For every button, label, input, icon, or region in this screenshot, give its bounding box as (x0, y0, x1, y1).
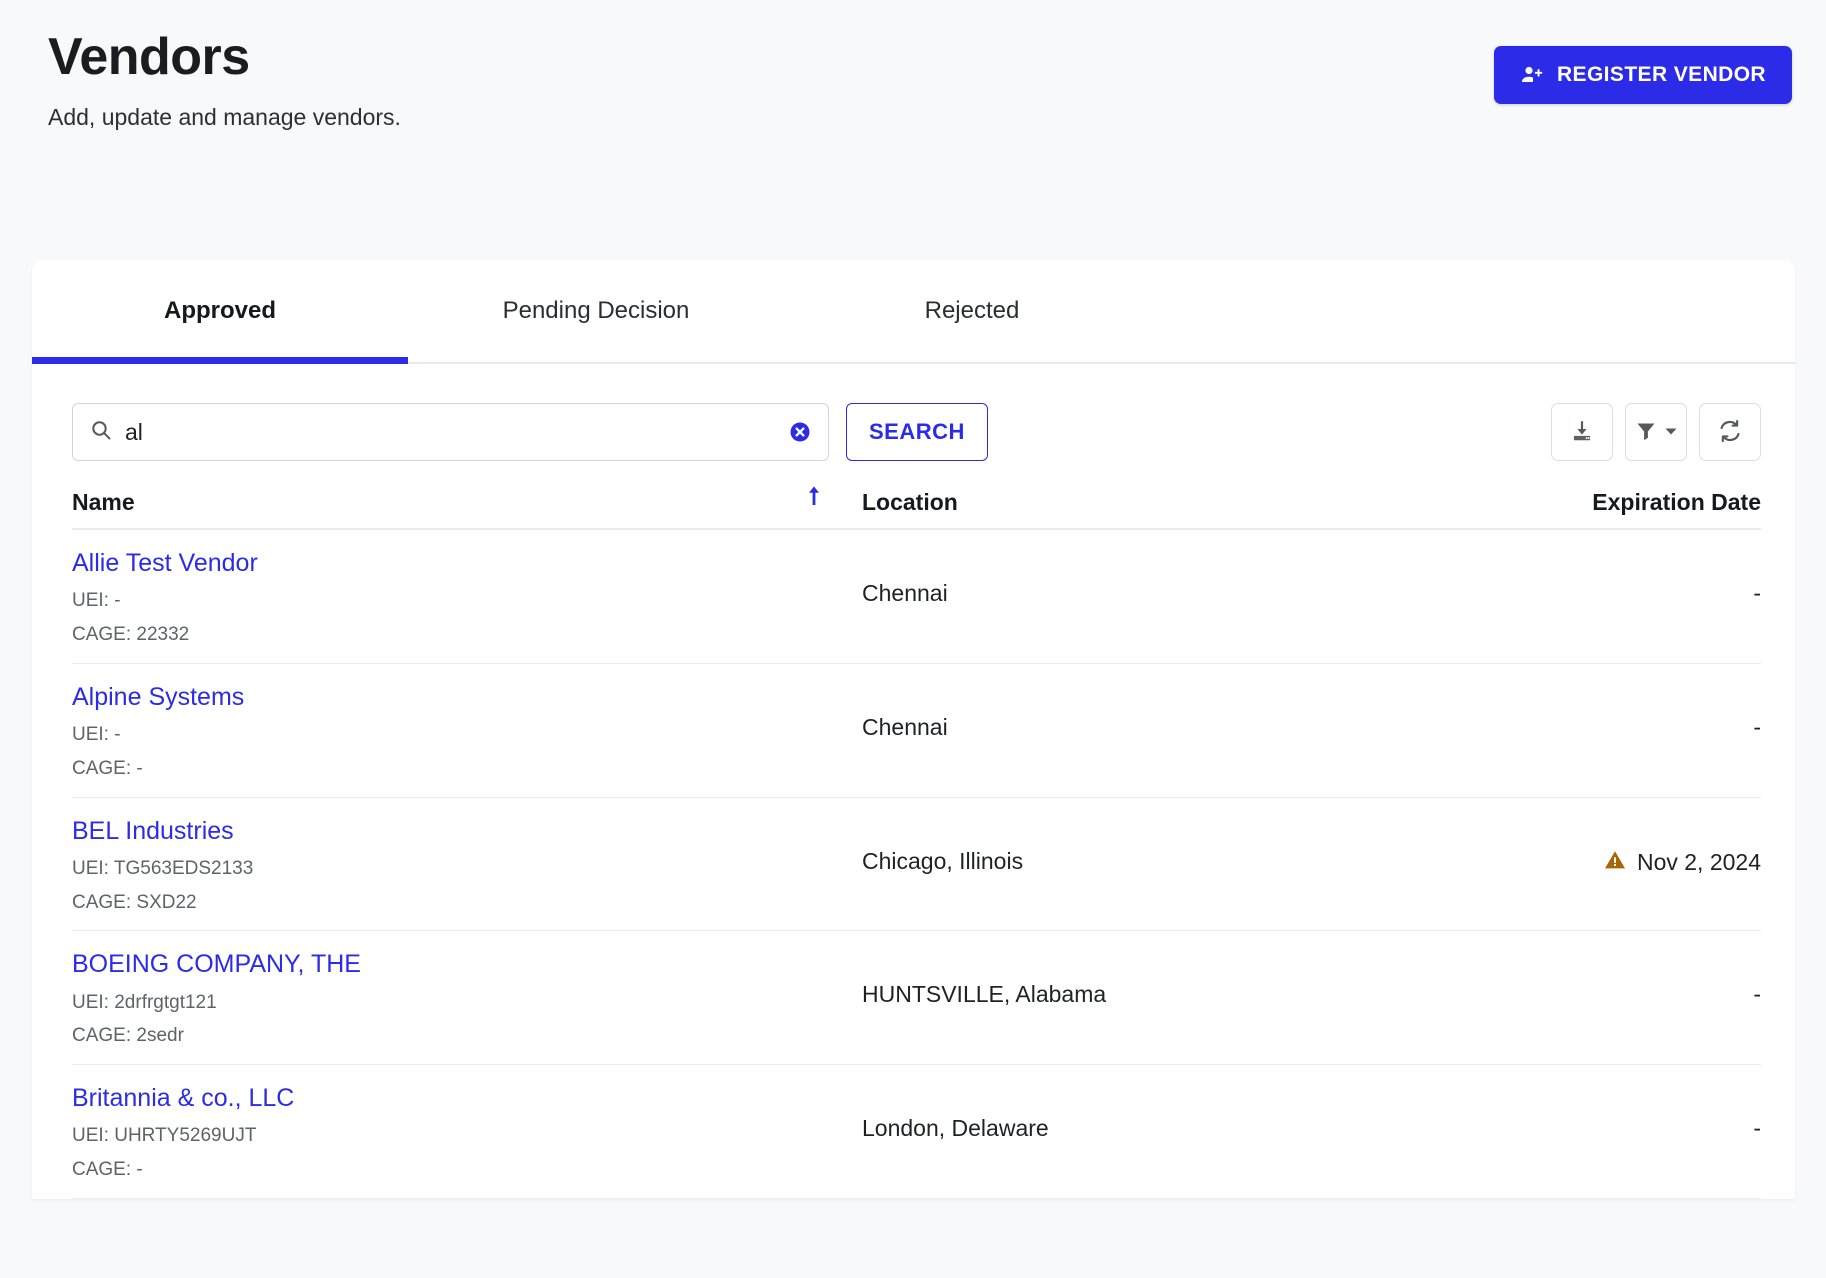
tabs-bar: Approved Pending Decision Rejected (32, 260, 1795, 364)
tab-approved[interactable]: Approved (32, 260, 408, 362)
vendor-name-cell: Allie Test Vendor UEI: - CAGE: 22332 (72, 530, 832, 663)
table-row: Alpine Systems UEI: - CAGE: - Chennai - (72, 664, 1761, 798)
vendor-uei: UEI: - (72, 724, 121, 745)
vendor-uei: UEI: 2drfrgtgt121 (72, 991, 217, 1013)
sort-indicator[interactable] (796, 484, 832, 528)
vendor-cage: CAGE: SXD22 (72, 891, 197, 913)
table-toolbar: SEARCH (32, 364, 1795, 468)
vendor-expiration: Nov 2, 2024 (1341, 798, 1761, 894)
tab-rejected[interactable]: Rejected (784, 260, 1160, 362)
refresh-button[interactable] (1699, 403, 1761, 461)
page-header: Vendors Add, update and manage vendors. … (0, 0, 1826, 260)
vendor-location: Chennai (862, 713, 948, 740)
table-row: Allie Test Vendor UEI: - CAGE: 22332 Chenna… (72, 530, 1761, 664)
search-button[interactable]: SEARCH (846, 403, 988, 461)
export-button[interactable] (1551, 403, 1613, 461)
chevron-down-icon (1664, 424, 1678, 441)
search-field[interactable] (72, 403, 829, 461)
search-icon (89, 418, 113, 447)
vendor-name-link[interactable]: BOEING COMPANY, THE (72, 949, 832, 980)
toolbar-actions (1551, 403, 1761, 461)
vendor-location: HUNTSVILLE, Alabama (862, 981, 1107, 1008)
vendor-expiration-text: - (1753, 580, 1761, 606)
vendors-card: Approved Pending Decision Rejected al SE… (32, 260, 1795, 1199)
vendor-expiration-text: Nov 2, 2024 (1636, 849, 1761, 875)
table-row: BOEING COMPANY, THE UEI: 2drfrgtgt121 CAGE… (72, 931, 1761, 1065)
vendor-location: Chicago, Illinois (862, 847, 1024, 874)
refresh-icon (1717, 418, 1743, 447)
vendor-expiration: - (1341, 1065, 1761, 1158)
vendor-expiration: - (1341, 664, 1761, 757)
vendor-cage: CAGE: - (72, 757, 143, 779)
vendor-expiration-text: - (1753, 981, 1761, 1008)
vendor-name-link[interactable]: Alpine Systems (72, 682, 832, 713)
arrow-up-icon (804, 484, 824, 514)
table-row: Britannia & co., LLC UEI: UHRTY5269UJT CAG… (72, 1065, 1761, 1199)
vendor-cage: CAGE: 22332 (72, 624, 190, 645)
vendor-name-cell: Britannia & co., LLC UEI: UHRTY5269UJT CAG… (72, 1065, 832, 1198)
vendor-name-cell: BOEING COMPANY, THE UEI: 2drfrgtgt121 CAGE… (72, 931, 832, 1064)
search-input[interactable] (123, 417, 788, 447)
table-row: BEL Industries UEI: TG563EDS2133 CAGE: SXD… (72, 798, 1761, 932)
vendor-name-link[interactable]: Allie Test Vendor (72, 548, 832, 579)
vendor-name-cell: Alpine Systems UEI: - CAGE: - (72, 664, 832, 797)
tab-pending-decision[interactable]: Pending Decision (408, 260, 784, 362)
vendor-uei: UEI: - (72, 590, 121, 612)
vendor-uei: UEI: TG563EDS2133 (72, 857, 254, 879)
vendors-table: Name Location Expiration Date Allie Test… (32, 468, 1795, 1199)
vendor-cage: CAGE: - (72, 1159, 143, 1180)
register-vendor-button[interactable]: REGISTER VENDOR (1493, 46, 1792, 104)
column-header-expiration[interactable]: Expiration Date (1341, 489, 1761, 528)
filter-funnel-icon (1634, 419, 1658, 446)
clear-search-button[interactable] (788, 420, 812, 444)
vendor-name-cell: BEL Industries UEI: TG563EDS2133 CAGE: SXD… (72, 798, 832, 931)
table-header-row: Name Location Expiration Date (72, 468, 1761, 530)
vendor-name-link[interactable]: Britannia & co., LLC (72, 1083, 832, 1114)
tab-rejected-label: Rejected (924, 297, 1020, 324)
person-add-icon (1520, 63, 1544, 87)
vendor-location: London, Delaware (862, 1115, 1049, 1141)
clear-circle-icon (788, 422, 812, 447)
vendor-expiration: - (1341, 530, 1761, 623)
vendor-name-link[interactable]: BEL Industries (72, 816, 832, 847)
warning-triangle-icon (1603, 848, 1627, 878)
column-header-location[interactable]: Location (832, 489, 1341, 528)
register-vendor-label: REGISTER VENDOR (1556, 63, 1766, 86)
active-tab-indicator (32, 357, 408, 364)
vendor-expiration-text: - (1753, 713, 1761, 740)
filter-button[interactable] (1625, 403, 1687, 461)
tab-approved-label: Approved (163, 297, 276, 324)
tab-pending-decision-label: Pending Decision (502, 297, 690, 324)
page-subtitle: Add, update and manage vendors. (48, 104, 401, 131)
vendor-uei: UEI: UHRTY5269UJT (72, 1125, 257, 1147)
table-body: Allie Test Vendor UEI: - CAGE: 22332 Chenna… (72, 530, 1761, 1199)
column-header-name[interactable]: Name (72, 489, 796, 528)
vendor-location: Chennai (862, 580, 948, 606)
vendor-expiration: - (1341, 931, 1761, 1024)
vendor-cage: CAGE: 2sedr (72, 1025, 184, 1047)
download-icon (1569, 418, 1595, 447)
vendor-expiration-text: - (1753, 1115, 1761, 1141)
